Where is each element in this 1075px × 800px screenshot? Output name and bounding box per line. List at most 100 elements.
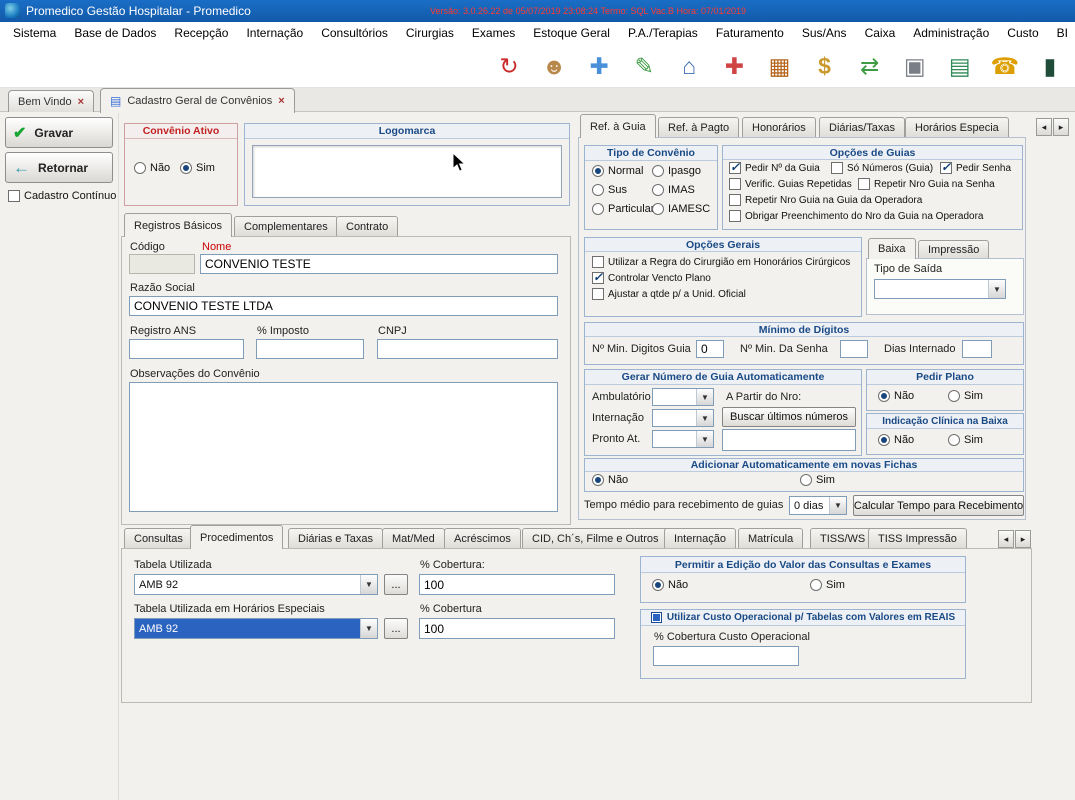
tab-mat-med[interactable]: Mat/Med (382, 528, 445, 549)
min-senha-field[interactable] (840, 340, 868, 358)
imposto-field[interactable] (256, 339, 364, 359)
chevron-down-icon[interactable]: ▼ (696, 431, 713, 447)
tab-diarias-taxas[interactable]: Diárias/Taxas (819, 117, 905, 138)
pedir-numero-guia-checkbox[interactable]: Pedir Nº da Guia (729, 162, 820, 174)
logomarca-image-area[interactable] (252, 145, 562, 198)
tab-honorarios[interactable]: Honorários (742, 117, 816, 138)
tab-baixa[interactable]: Baixa (868, 238, 916, 259)
sync-contacts-icon[interactable]: ↻ (492, 50, 526, 84)
close-icon[interactable]: × (278, 95, 284, 107)
controlar-vencto-plano-checkbox[interactable]: Controlar Vencto Plano (592, 272, 711, 284)
cobertura-custo-field[interactable] (653, 646, 799, 666)
tab-scroll-left-icon[interactable]: ◂ (1036, 118, 1052, 136)
patients-icon[interactable]: ☻ (537, 50, 571, 84)
repetir-nro-guia-operadora-checkbox[interactable]: Repetir Nro Guia na Guia da Operadora (729, 194, 922, 206)
menu-consultorios[interactable]: Consultórios (312, 22, 397, 45)
tab-matricula[interactable]: Matrícula (738, 528, 803, 549)
so-numeros-guia-checkbox[interactable]: Só Números (Guia) (831, 162, 933, 174)
ambulatorio-select[interactable]: ▼ (652, 388, 714, 406)
bottom-tab-scroll-left-icon[interactable]: ◂ (998, 530, 1014, 548)
menu-bi[interactable]: BI (1048, 22, 1075, 45)
tab-ref-a-pagto[interactable]: Ref. à Pagto (658, 117, 739, 138)
tipo-sus-radio[interactable]: Sus (592, 184, 627, 196)
close-icon[interactable]: × (78, 96, 84, 108)
tabela-horarios-especiais-select[interactable]: AMB 92 ▼ (134, 618, 378, 639)
chevron-down-icon[interactable]: ▼ (360, 619, 377, 638)
ajustar-qtde-checkbox[interactable]: Ajustar a qtde p/ a Unid. Oficial (592, 288, 746, 300)
tab-impressao[interactable]: Impressão (918, 240, 989, 259)
chevron-down-icon[interactable]: ▼ (988, 280, 1005, 298)
menu-internacao[interactable]: Internação (237, 22, 312, 45)
min-digitos-guia-field[interactable] (696, 340, 724, 358)
tab-contrato[interactable]: Contrato (336, 216, 398, 237)
menu-custo[interactable]: Custo (998, 22, 1047, 45)
codigo-field[interactable] (129, 254, 195, 274)
tabela-browse-button[interactable]: ... (384, 574, 408, 595)
tipo-iamesc-radio[interactable]: IAMESC (652, 203, 710, 215)
menu-pa-terapias[interactable]: P.A./Terapias (619, 22, 707, 45)
cadastro-continuo-checkbox[interactable]: Cadastro Contínuo (8, 190, 116, 202)
supplies-icon[interactable]: ▦ (762, 50, 796, 84)
regra-cirurgiao-checkbox[interactable]: Utilizar a Regra do Cirurgião em Honorár… (592, 256, 850, 268)
tab-tiss-impressao[interactable]: TISS Impressão (868, 528, 967, 549)
ambulance-icon[interactable]: ✚ (717, 50, 751, 84)
nome-field[interactable] (200, 254, 558, 274)
verific-guias-repetidas-checkbox[interactable]: Verific. Guias Repetidas (729, 178, 852, 190)
tipo-particular-radio[interactable]: Particular (592, 203, 654, 215)
permitir-sim-radio[interactable]: Sim (810, 579, 845, 591)
billing-icon[interactable]: $ (808, 50, 842, 84)
menu-caixa[interactable]: Caixa (856, 22, 905, 45)
menu-administracao[interactable]: Administração (904, 22, 998, 45)
dias-internado-field[interactable] (962, 340, 992, 358)
chevron-down-icon[interactable]: ▼ (829, 497, 846, 514)
internacao-select[interactable]: ▼ (652, 409, 714, 427)
tab-cadastro-geral-convenios[interactable]: ▤ Cadastro Geral de Convênios × (100, 88, 295, 113)
doctor-icon[interactable]: ✚ (582, 50, 616, 84)
chevron-down-icon[interactable]: ▼ (696, 389, 713, 405)
tab-horarios-especiais[interactable]: Horários Especia (905, 117, 1009, 138)
adicionar-nao-radio[interactable]: Não (592, 474, 628, 486)
pedir-senha-checkbox[interactable]: Pedir Senha (940, 162, 1011, 174)
tab-registros-basicos[interactable]: Registros Básicos (124, 213, 232, 237)
pedir-plano-sim-radio[interactable]: Sim (948, 390, 983, 402)
tipo-ipasgo-radio[interactable]: Ipasgo (652, 165, 701, 177)
custo-operacional-checkbox[interactable] (651, 612, 662, 623)
menu-exames[interactable]: Exames (463, 22, 524, 45)
indicacao-sim-radio[interactable]: Sim (948, 434, 983, 446)
pedir-plano-nao-radio[interactable]: Não (878, 390, 914, 402)
tempo-medio-select[interactable]: 0 dias ▼ (789, 496, 847, 515)
cobertura2-field[interactable] (419, 618, 615, 639)
a-partir-nro-field[interactable] (722, 429, 856, 451)
schedule-icon[interactable]: ▤ (943, 50, 977, 84)
tab-diarias-e-taxas[interactable]: Diárias e Taxas (288, 528, 383, 549)
adicionar-sim-radio[interactable]: Sim (800, 474, 835, 486)
cobertura-field[interactable] (419, 574, 615, 595)
bottom-tab-scroll-right-icon[interactable]: ▸ (1015, 530, 1031, 548)
menu-sus-ans[interactable]: Sus/Ans (793, 22, 856, 45)
observacoes-field[interactable] (129, 382, 558, 512)
tab-bem-vindo[interactable]: Bem Vindo × (8, 90, 94, 112)
tabela-utilizada-select[interactable]: AMB 92 ▼ (134, 574, 378, 595)
tipo-imas-radio[interactable]: IMAS (652, 184, 695, 196)
manual-icon[interactable]: ▮ (1033, 50, 1067, 84)
chevron-down-icon[interactable]: ▼ (696, 410, 713, 426)
tab-procedimentos[interactable]: Procedimentos (190, 525, 283, 549)
menu-cirurgias[interactable]: Cirurgias (397, 22, 463, 45)
registro-ans-field[interactable] (129, 339, 244, 359)
pronto-at-select[interactable]: ▼ (652, 430, 714, 448)
return-button[interactable]: ← Retornar (5, 152, 113, 183)
save-button[interactable]: ✔ Gravar (5, 117, 113, 148)
convenio-ativo-sim-radio[interactable]: Sim (180, 162, 215, 174)
phone-icon[interactable]: ☎ (988, 50, 1022, 84)
tabela-he-browse-button[interactable]: ... (384, 618, 408, 639)
convenio-ativo-nao-radio[interactable]: Não (134, 162, 170, 174)
chevron-down-icon[interactable]: ▼ (360, 575, 377, 594)
tab-internacao-bottom[interactable]: Internação (664, 528, 736, 549)
razao-social-field[interactable] (129, 296, 558, 316)
buscar-ultimos-numeros-button[interactable]: Buscar últimos números (722, 407, 856, 427)
repetir-nro-guia-senha-checkbox[interactable]: Repetir Nro Guia na Senha (858, 178, 995, 190)
safe-icon[interactable]: ▣ (898, 50, 932, 84)
medical-records-icon[interactable]: ✎ (627, 50, 661, 84)
permitir-nao-radio[interactable]: Não (652, 579, 688, 591)
tab-scroll-right-icon[interactable]: ▸ (1053, 118, 1069, 136)
